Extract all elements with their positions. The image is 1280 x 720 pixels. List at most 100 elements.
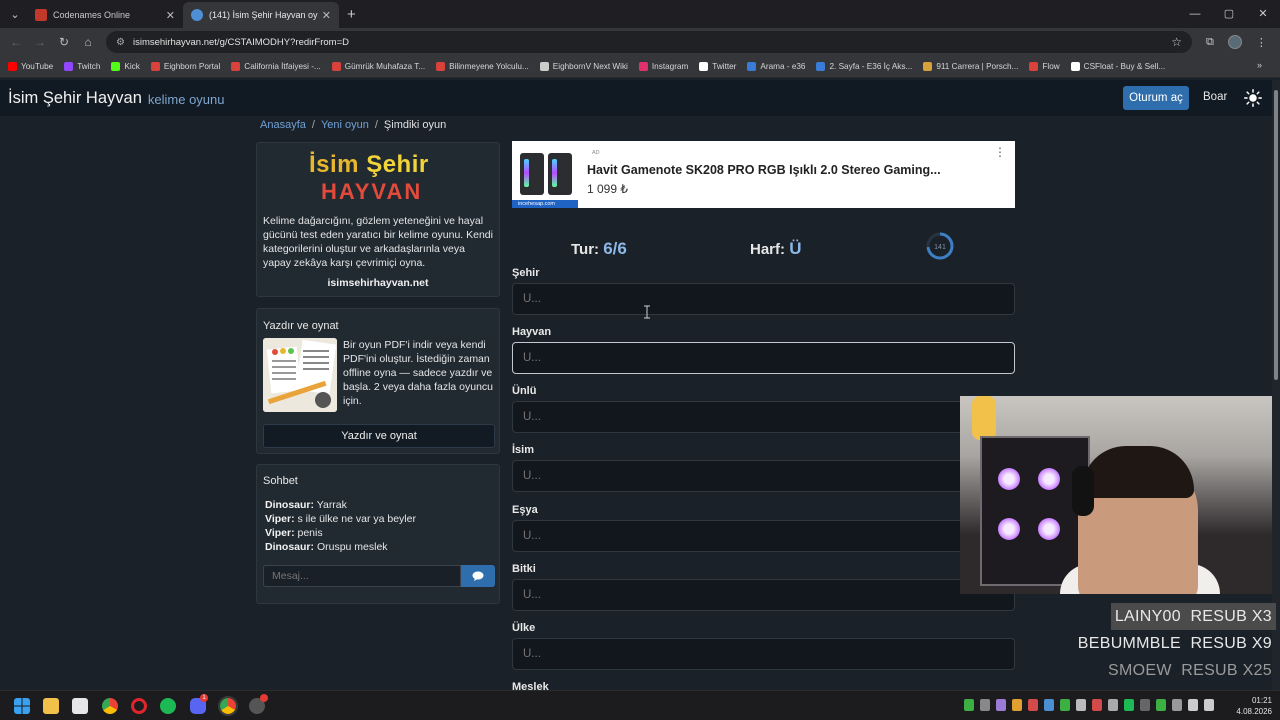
scrollbar-thumb[interactable] (1274, 90, 1278, 380)
bookmark-item[interactable]: Kick (111, 62, 140, 71)
round-label: Tur: (571, 241, 600, 258)
forward-icon[interactable]: → (28, 35, 52, 49)
print-and-play-button[interactable]: Yazdır ve oynat (263, 424, 495, 448)
bookmark-favicon-icon (111, 62, 121, 71)
maximize-icon[interactable]: ▢ (1212, 0, 1246, 28)
bookmark-item[interactable]: CSFloat - Buy & Sell... (1070, 62, 1165, 71)
bookmark-favicon-icon (816, 62, 826, 71)
answer-input-bitki[interactable] (512, 579, 1015, 611)
bookmark-item[interactable]: Bilinmeyene Yolculu... (436, 62, 529, 71)
tray-app-icon[interactable] (996, 699, 1006, 711)
page-scrollbar[interactable] (1272, 80, 1280, 690)
site-brand[interactable]: İsim Şehir Hayvan (8, 89, 142, 108)
bookmark-label: EighbornV Next Wiki (552, 62, 628, 71)
bookmarks-overflow-icon[interactable]: » (1257, 60, 1262, 70)
bookmark-item[interactable]: Gümrük Muhafaza T... (331, 62, 425, 71)
clock-time: 01:21 (1251, 696, 1272, 705)
site-info-icon[interactable]: ⚙ (116, 37, 125, 48)
bookmark-item[interactable]: 2. Sayfa - E36 İç Aks... (816, 62, 912, 71)
bookmark-star-icon[interactable]: ☆ (1171, 35, 1182, 49)
browser-menu-icon[interactable]: ⋮ (1256, 36, 1267, 49)
spotify-icon[interactable] (160, 698, 176, 714)
tray-app-icon[interactable] (1012, 699, 1022, 711)
windows-start-icon[interactable] (14, 698, 30, 714)
tray-app-icon[interactable] (1076, 699, 1086, 711)
file-explorer-icon[interactable] (43, 698, 59, 714)
chrome-active-icon[interactable] (218, 696, 238, 716)
opera-icon[interactable] (131, 698, 147, 714)
tray-app-icon[interactable] (1156, 699, 1166, 711)
chat-message: Dinosaur: Yarrak (265, 498, 493, 512)
site-brand-subtitle: kelime oyunu (147, 92, 225, 107)
tray-app-icon[interactable] (1060, 699, 1070, 711)
tray-app-icon[interactable] (1140, 699, 1150, 711)
tab-search-icon[interactable]: ⌄ (3, 3, 27, 25)
windows-taskbar: 1 01:21 4.08.2026 (0, 690, 1280, 720)
bookmark-item[interactable]: Twitter (699, 62, 736, 71)
bookmark-item[interactable]: EighbornV Next Wiki (539, 62, 628, 71)
intro-card: İsim Şehir HAYVAN Kelime dağarcığını, gö… (256, 142, 500, 297)
tray-app-icon[interactable] (1124, 699, 1134, 711)
tab-isim-sehir-hayvan[interactable]: (141) İsim Şehir Hayvan oyunu ✕ (183, 2, 339, 28)
tray-app-icon[interactable] (1028, 699, 1038, 711)
new-tab-icon[interactable]: + (347, 6, 356, 23)
tray-app-icon[interactable] (1092, 699, 1102, 711)
home-icon[interactable]: ⌂ (76, 35, 100, 49)
bookmark-item[interactable]: California İtfaiyesi -... (231, 62, 321, 71)
logo-word-isim: İsim (309, 151, 360, 178)
bookmark-item[interactable]: Eighborn Portal (150, 62, 220, 71)
minimize-icon[interactable]: — (1178, 0, 1212, 28)
wifi-icon[interactable] (1188, 699, 1198, 711)
breadcrumb-home[interactable]: Anasayfa (260, 119, 306, 131)
bookmark-item[interactable]: Arama - e36 (747, 62, 805, 71)
user-name[interactable]: Boar (1203, 91, 1227, 103)
answer-input-hayvan[interactable] (512, 342, 1015, 374)
chat-send-button[interactable] (461, 565, 495, 587)
close-window-icon[interactable]: ✕ (1246, 0, 1280, 28)
close-tab-icon[interactable]: ✕ (166, 9, 175, 22)
extensions-icon[interactable]: ⧉ (1206, 36, 1214, 49)
ad-title[interactable]: Havit Gamenote SK208 PRO RGB Işıklı 2.0 … (587, 163, 941, 177)
answer-input-esya[interactable] (512, 520, 1015, 552)
store-icon[interactable] (72, 698, 88, 714)
bookmark-item[interactable]: Instagram (638, 62, 689, 71)
print-description: Bir oyun PDF'i indir veya kendi PDF'ini … (343, 339, 494, 407)
answer-input-unlu[interactable] (512, 401, 1015, 433)
round-value: 6/6 (603, 239, 627, 258)
tray-app-icon[interactable] (1044, 699, 1054, 711)
url-bar[interactable]: ⚙ isimsehirhayvan.net/g/CSTAIMODHY?redir… (106, 31, 1192, 53)
tray-app-icon[interactable] (1172, 699, 1182, 711)
chrome-icon[interactable] (102, 698, 118, 714)
taskbar-clock[interactable]: 01:21 4.08.2026 (1236, 695, 1272, 717)
reload-icon[interactable]: ↻ (52, 35, 76, 49)
logo-word-sehir: Şehir (366, 151, 429, 178)
tray-app-icon[interactable] (964, 699, 974, 711)
back-icon[interactable]: ← (4, 35, 28, 49)
profile-avatar[interactable] (1227, 35, 1242, 49)
breadcrumb-new-game[interactable]: Yeni oyun (321, 119, 369, 131)
bookmark-item[interactable]: Twitch (64, 62, 100, 71)
volume-icon[interactable] (1204, 699, 1214, 711)
tray-app-icon[interactable] (980, 699, 990, 711)
ad-banner[interactable]: incehesap.com AD Havit Gamenote SK208 PR… (512, 141, 1015, 208)
bookmark-item[interactable]: YouTube (8, 62, 53, 71)
ad-menu-icon[interactable]: ⋮ (994, 145, 1006, 159)
round-timer: 141 (926, 232, 954, 260)
bookmark-item[interactable]: 911 Carrera | Porsch... (923, 62, 1018, 71)
browser-tab-bar: ⌄ Codenames Online ✕ (141) İsim Şehir Ha… (0, 0, 1280, 28)
chat-message-input[interactable] (263, 565, 461, 587)
tab-codenames[interactable]: Codenames Online ✕ (27, 2, 183, 28)
answer-input-ulke[interactable] (512, 638, 1015, 670)
close-tab-icon[interactable]: ✕ (322, 9, 331, 22)
print-card: Yazdır ve oynat Bir oyun PDF'i indir vey… (256, 308, 500, 454)
tray-app-icon[interactable] (1108, 699, 1118, 711)
bookmark-item[interactable]: Flow (1029, 62, 1060, 71)
answer-input-isim[interactable] (512, 460, 1015, 492)
bookmark-label: Instagram (651, 62, 689, 71)
field-label-unlu: Ünlü (512, 385, 537, 397)
login-button[interactable]: Oturum aç (1123, 86, 1189, 110)
field-label-hayvan: Hayvan (512, 326, 552, 338)
theme-toggle-sun-icon[interactable] (1244, 89, 1262, 107)
chat-text: Yarrak (316, 499, 347, 511)
answer-input-sehir[interactable] (512, 283, 1015, 315)
